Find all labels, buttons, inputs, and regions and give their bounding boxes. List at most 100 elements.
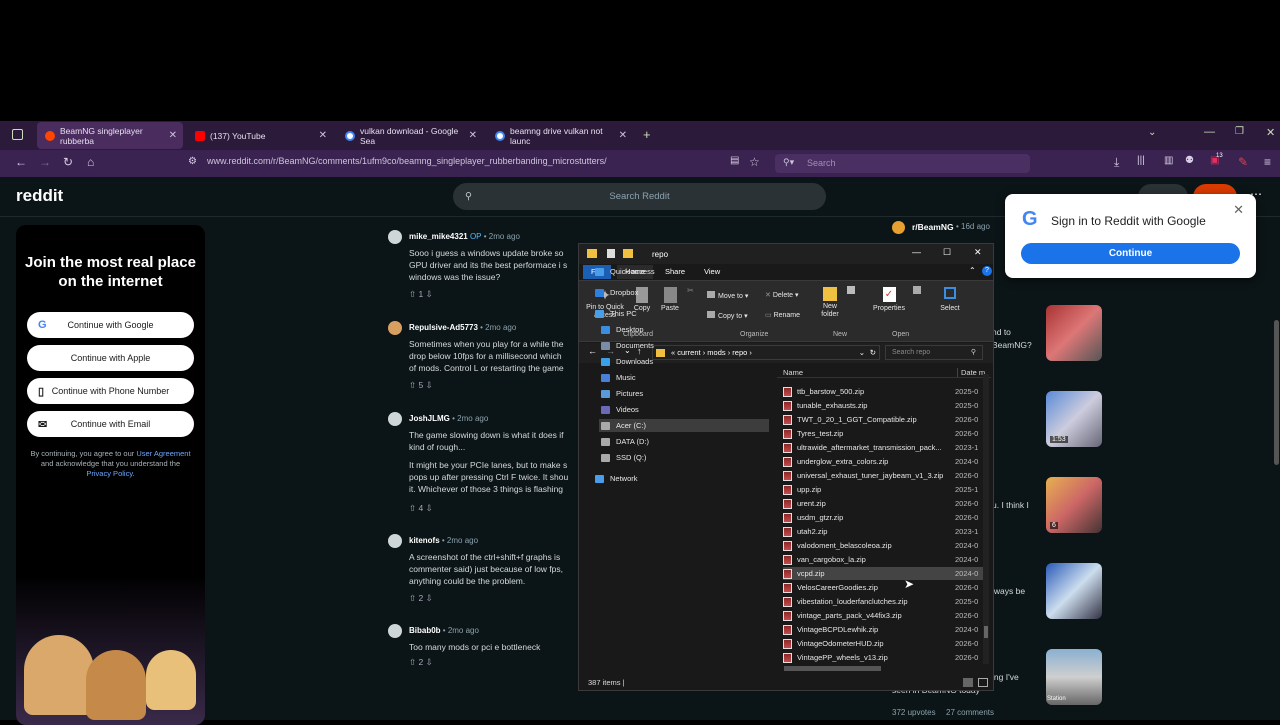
new-folder-button[interactable]: New folder [817,287,843,319]
nav-item-downloads[interactable]: Downloads [599,355,769,368]
avatar[interactable] [388,230,402,244]
delete-button[interactable]: ✕ Delete ▾ [765,291,799,299]
help-icon[interactable]: ? [982,266,992,276]
open-icon[interactable] [913,286,921,294]
vote-controls[interactable]: ⇧ 4 ⇩ [409,503,433,514]
post-thumbnail[interactable]: Station [1046,649,1102,705]
library-icon[interactable]: ||| [1137,155,1145,166]
reader-icon[interactable]: ▥ [1164,155,1173,166]
continue-phone-button[interactable]: ▯ Continue with Phone Number [27,378,194,404]
google-continue-button[interactable]: Continue [1021,243,1240,264]
tab-google-vulkan[interactable]: vulkan download - Google Sea ✕ [337,122,483,149]
account-icon[interactable]: ⚉ [1185,155,1194,166]
tiles-view-icon[interactable] [978,678,988,687]
file-row[interactable]: TWT_0_20_1_GGT_Compatible.zip 2026-0 [783,413,983,426]
continue-email-button[interactable]: ✉ Continue with Email [27,411,194,437]
refresh-icon[interactable]: ↻ [870,346,876,359]
nav-item-ssd-q[interactable]: SSD (Q:) [599,451,769,464]
nav-item-desktop[interactable]: Desktop [599,323,769,336]
file-row[interactable]: underglow_extra_colors.zip 2024-0 [783,455,983,468]
nav-item-this-pc[interactable]: This PC [593,307,763,320]
post-thumbnail[interactable] [1046,305,1102,361]
post-snippet[interactable]: ing I've [992,672,1019,682]
comment-author[interactable]: Repulsive-Ad5773 • 2mo ago [409,323,516,332]
tab-list-icon[interactable]: ⌄ [1148,127,1156,138]
collapse-ribbon-icon[interactable]: ⌃ [969,266,976,275]
continue-apple-button[interactable]: Continue with Apple [27,345,194,371]
vote-controls[interactable]: ⇧ 2 ⇩ [409,657,433,668]
back-icon[interactable]: ← [588,346,597,356]
tab-overview-icon[interactable] [12,129,23,140]
file-row[interactable]: universal_exhaust_tuner_jaybeam_v1_3.zip… [783,469,983,482]
close-tab-icon[interactable]: ✕ [469,130,477,141]
avatar[interactable] [388,321,402,335]
nav-item-documents[interactable]: Documents [599,339,769,352]
close-tab-icon[interactable]: ✕ [319,130,327,141]
subreddit-name[interactable]: r/BeamNG [912,222,954,232]
bookmark-star-icon[interactable]: ☆ [749,155,760,169]
reddit-search-input[interactable]: ⚲ Search Reddit [453,183,826,210]
home-icon[interactable]: ⌂ [87,155,94,169]
close-tab-icon[interactable]: ✕ [169,130,177,141]
vote-controls[interactable]: ⇧ 1 ⇩ [409,289,433,300]
details-view-icon[interactable] [963,678,973,687]
close-tab-icon[interactable]: ✕ [619,130,627,141]
comment-author[interactable]: mike_mike4321 OP • 2mo ago [409,232,520,241]
new-tab-icon[interactable]: + [643,127,651,142]
back-icon[interactable]: ← [15,155,27,169]
privacy-policy-link[interactable]: Privacy Policy. [86,469,134,478]
tab-google-beamng[interactable]: beamng drive vulkan not launc ✕ [487,122,633,149]
tab-youtube[interactable]: (137) YouTube ✕ [187,122,333,149]
minimize-icon[interactable]: — [912,247,921,257]
close-icon[interactable]: ✕ [1233,202,1244,218]
file-row[interactable]: VintageOdometerHUD.zip 2026-0 [783,637,983,650]
new-item-icon[interactable] [847,286,855,294]
file-row[interactable]: VintagePP_wheels_v13.zip 2026-0 [783,651,983,664]
file-row[interactable]: usdm_gtzr.zip 2026-0 [783,511,983,524]
post-snippet[interactable]: u. I think I [992,500,1029,510]
post-snippet[interactable]: lways be [992,586,1025,596]
post-snippet[interactable]: nd to [992,327,1011,337]
comment-author[interactable]: Bibab0b • 2mo ago [409,626,479,635]
file-row[interactable]: tunable_exhausts.zip 2025-0 [783,399,983,412]
maximize-icon[interactable]: ☐ [943,247,951,258]
nav-item-videos[interactable]: Videos [599,403,769,416]
reader-view-icon[interactable]: ▤ [730,155,739,166]
file-row[interactable]: VintageBCPDLewhik.zip 2024-0 [783,623,983,636]
file-row[interactable]: ttb_barstow_500.zip 2025-0 [783,385,983,398]
vote-controls[interactable]: ⇧ 2 ⇩ [409,593,433,604]
properties-button[interactable]: ✓ Properties [871,287,907,312]
forward-icon[interactable]: → [39,155,51,169]
avatar[interactable] [388,624,402,638]
address-dropdown-icon[interactable]: ⌄ [859,346,865,359]
tab-beamng[interactable]: BeamNG singleplayer rubberba ✕ [37,122,183,149]
file-row[interactable]: ultrawide_aftermarket_transmission_pack.… [783,441,983,454]
explorer-search-input[interactable]: Search repo ⚲ [885,345,983,360]
post-thumbnail[interactable] [1046,563,1102,619]
reload-icon[interactable]: ↻ [63,155,73,169]
file-row[interactable]: upp.zip 2025-1 [783,483,983,496]
file-row[interactable]: utah2.zip 2023-1 [783,525,983,538]
select-button[interactable]: Select [939,287,961,312]
quick-access-toolbar-icon[interactable] [607,249,615,258]
browser-search-input[interactable]: ⚲▾ Search [775,154,1030,173]
nav-item-music[interactable]: Music [599,371,769,384]
minimize-icon[interactable]: — [1204,126,1215,138]
file-row[interactable]: Tyres_test.zip 2026-0 [783,427,983,440]
site-info-icon[interactable]: ⚙ [188,156,197,167]
avatar[interactable] [388,534,402,548]
comment-author[interactable]: kitenofs • 2mo ago [409,536,478,545]
url-field[interactable]: www.reddit.com/r/BeamNG/comments/1ufm9co… [207,156,607,166]
page-scrollbar[interactable] [1274,320,1279,465]
horizontal-scrollbar[interactable] [784,666,881,671]
nav-item-quick-access[interactable]: Quick access [593,265,763,278]
pocket-icon[interactable]: ✎ [1238,155,1248,169]
maximize-icon[interactable]: ❐ [1235,126,1244,137]
nav-item-pictures[interactable]: Pictures [599,387,769,400]
scroll-thumb[interactable] [984,626,988,638]
rename-button[interactable]: ▭ Rename [765,311,800,319]
file-row[interactable]: van_cargobox_la.zip 2024-0 [783,553,983,566]
post-thumbnail-gallery[interactable]: 6 [1046,477,1102,533]
close-window-icon[interactable]: ✕ [974,247,982,258]
nav-item-data-d[interactable]: DATA (D:) [599,435,769,448]
